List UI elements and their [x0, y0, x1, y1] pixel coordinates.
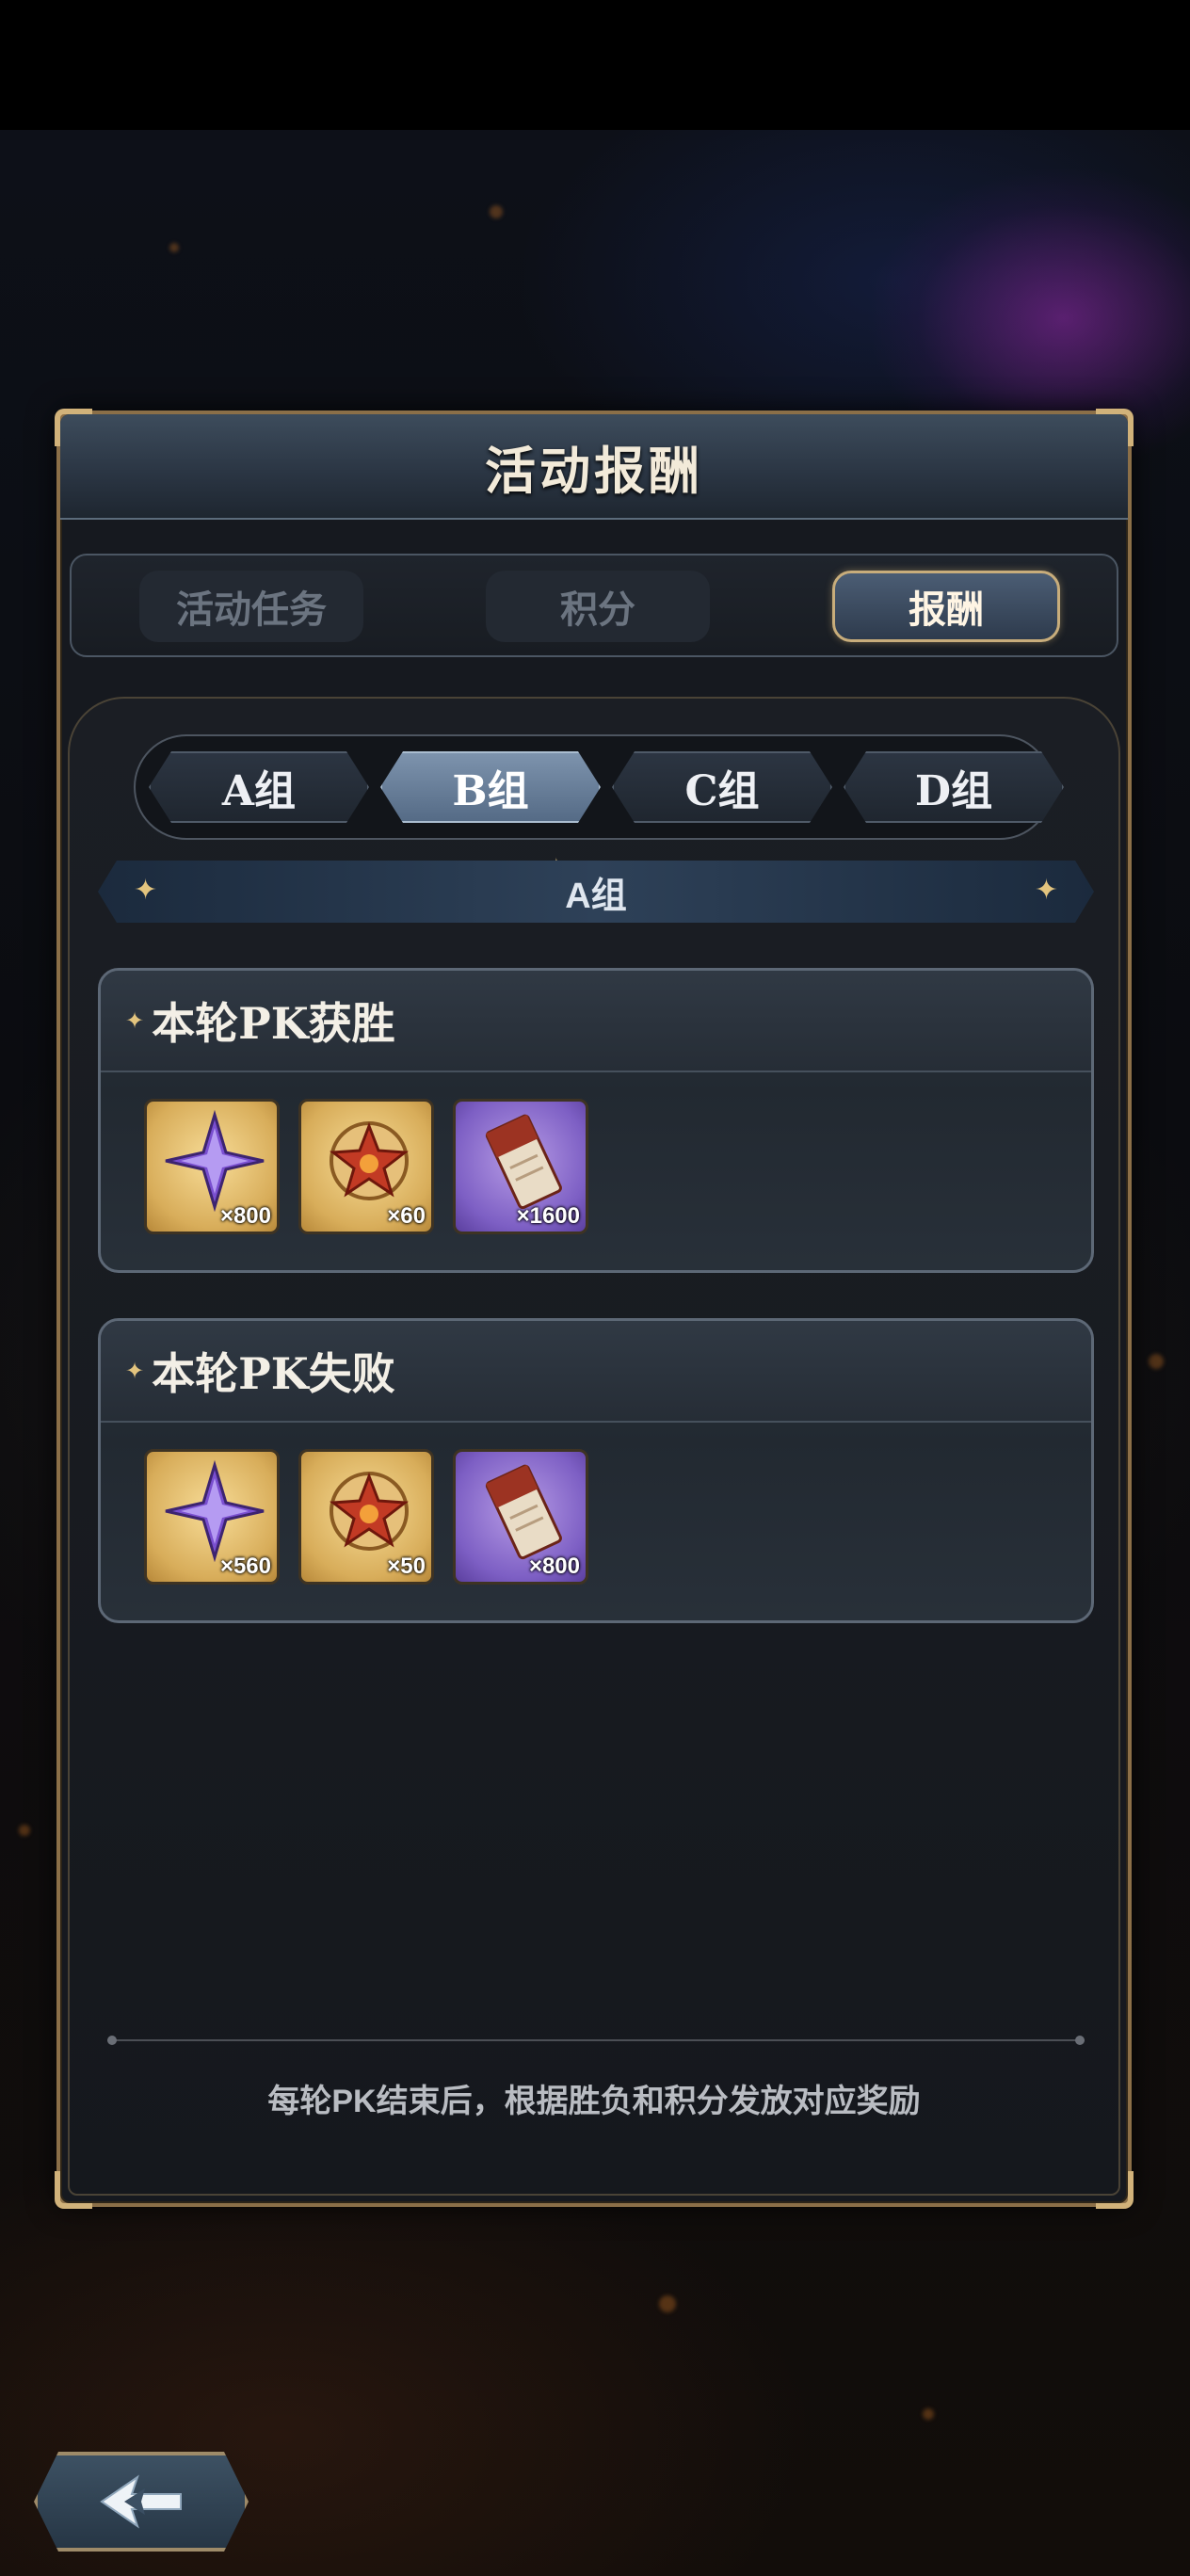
card-title: 本轮PK获胜 [152, 998, 395, 1049]
group-tab-d[interactable]: D组 [844, 751, 1064, 823]
item-quantity: ×800 [528, 1554, 580, 1579]
panel-header: 活动报酬 [60, 414, 1128, 520]
item-quantity: ×1600 [516, 1203, 580, 1229]
back-button[interactable] [34, 2452, 249, 2552]
group-tab-a[interactable]: A组 [149, 751, 369, 823]
sparkle-icon: ✦ [134, 875, 158, 906]
reward-item[interactable]: ×60 [298, 1099, 434, 1234]
rewards-content: A组 B组 C组 D组 ✦ ✦ A组 ✦ ✦ 本轮PK获胜 [68, 697, 1120, 2196]
card-header: ✦ 本轮PK失败 [101, 1321, 1091, 1423]
tab-points[interactable]: 积分 [486, 571, 710, 642]
reward-footnote: 每轮PK结束后，根据胜负和积分发放对应奖励 [267, 2084, 921, 2119]
section-banner: ✦ A组 ✦ [98, 861, 1094, 923]
tab-rewards[interactable]: 报酬 [832, 571, 1060, 642]
group-tab-bar: A组 B组 C组 D组 ✦ [134, 734, 1053, 879]
item-quantity: ×60 [387, 1203, 426, 1229]
reward-item[interactable]: ×50 [298, 1449, 434, 1585]
item-quantity: ×800 [219, 1203, 271, 1229]
reward-panel: 活动报酬 活动任务 积分 报酬 A组 B组 C组 D组 ✦ ✦ A组 ✦ ✦ 本… [55, 409, 1134, 2209]
group-tab-b[interactable]: B组 [380, 751, 601, 823]
reward-item[interactable]: ×800 [144, 1099, 280, 1234]
card-title: 本轮PK失败 [152, 1348, 395, 1399]
sparkle-icon: ✦ [125, 1007, 145, 1034]
reward-items: ×560 ×50 ×800 [144, 1449, 588, 1585]
main-tab-bar: 活动任务 积分 报酬 [70, 554, 1118, 657]
section-label: A组 [565, 876, 627, 916]
ticket-scroll-icon [485, 1114, 562, 1210]
reward-item[interactable]: ×560 [144, 1449, 280, 1585]
red-star-medal-icon [329, 1121, 410, 1200]
sparkle-icon: ✦ [125, 1358, 145, 1384]
ticket-scroll-icon [485, 1464, 562, 1560]
purple-star-crystal-icon [165, 1109, 265, 1213]
reward-item[interactable]: ×1600 [453, 1099, 588, 1234]
reward-card-win: ✦ 本轮PK获胜 ×800 ×60 ×1600 [98, 968, 1094, 1273]
item-quantity: ×50 [387, 1554, 426, 1579]
group-tab-c[interactable]: C组 [612, 751, 832, 823]
card-header: ✦ 本轮PK获胜 [101, 971, 1091, 1072]
purple-star-crystal-icon [165, 1459, 265, 1563]
red-star-medal-icon [329, 1472, 410, 1551]
item-quantity: ×560 [219, 1554, 271, 1579]
page-title: 活动报酬 [485, 440, 703, 501]
reward-card-lose: ✦ 本轮PK失败 ×560 ×50 ×800 [98, 1318, 1094, 1623]
footer-divider [107, 2036, 1085, 2045]
back-arrow-icon [96, 2471, 186, 2532]
reward-items: ×800 ×60 ×1600 [144, 1099, 588, 1234]
status-bar-area [0, 0, 1190, 130]
sparkle-icon: ✦ [1034, 875, 1058, 906]
reward-item[interactable]: ×800 [453, 1449, 588, 1585]
tab-activity-tasks[interactable]: 活动任务 [139, 571, 363, 642]
